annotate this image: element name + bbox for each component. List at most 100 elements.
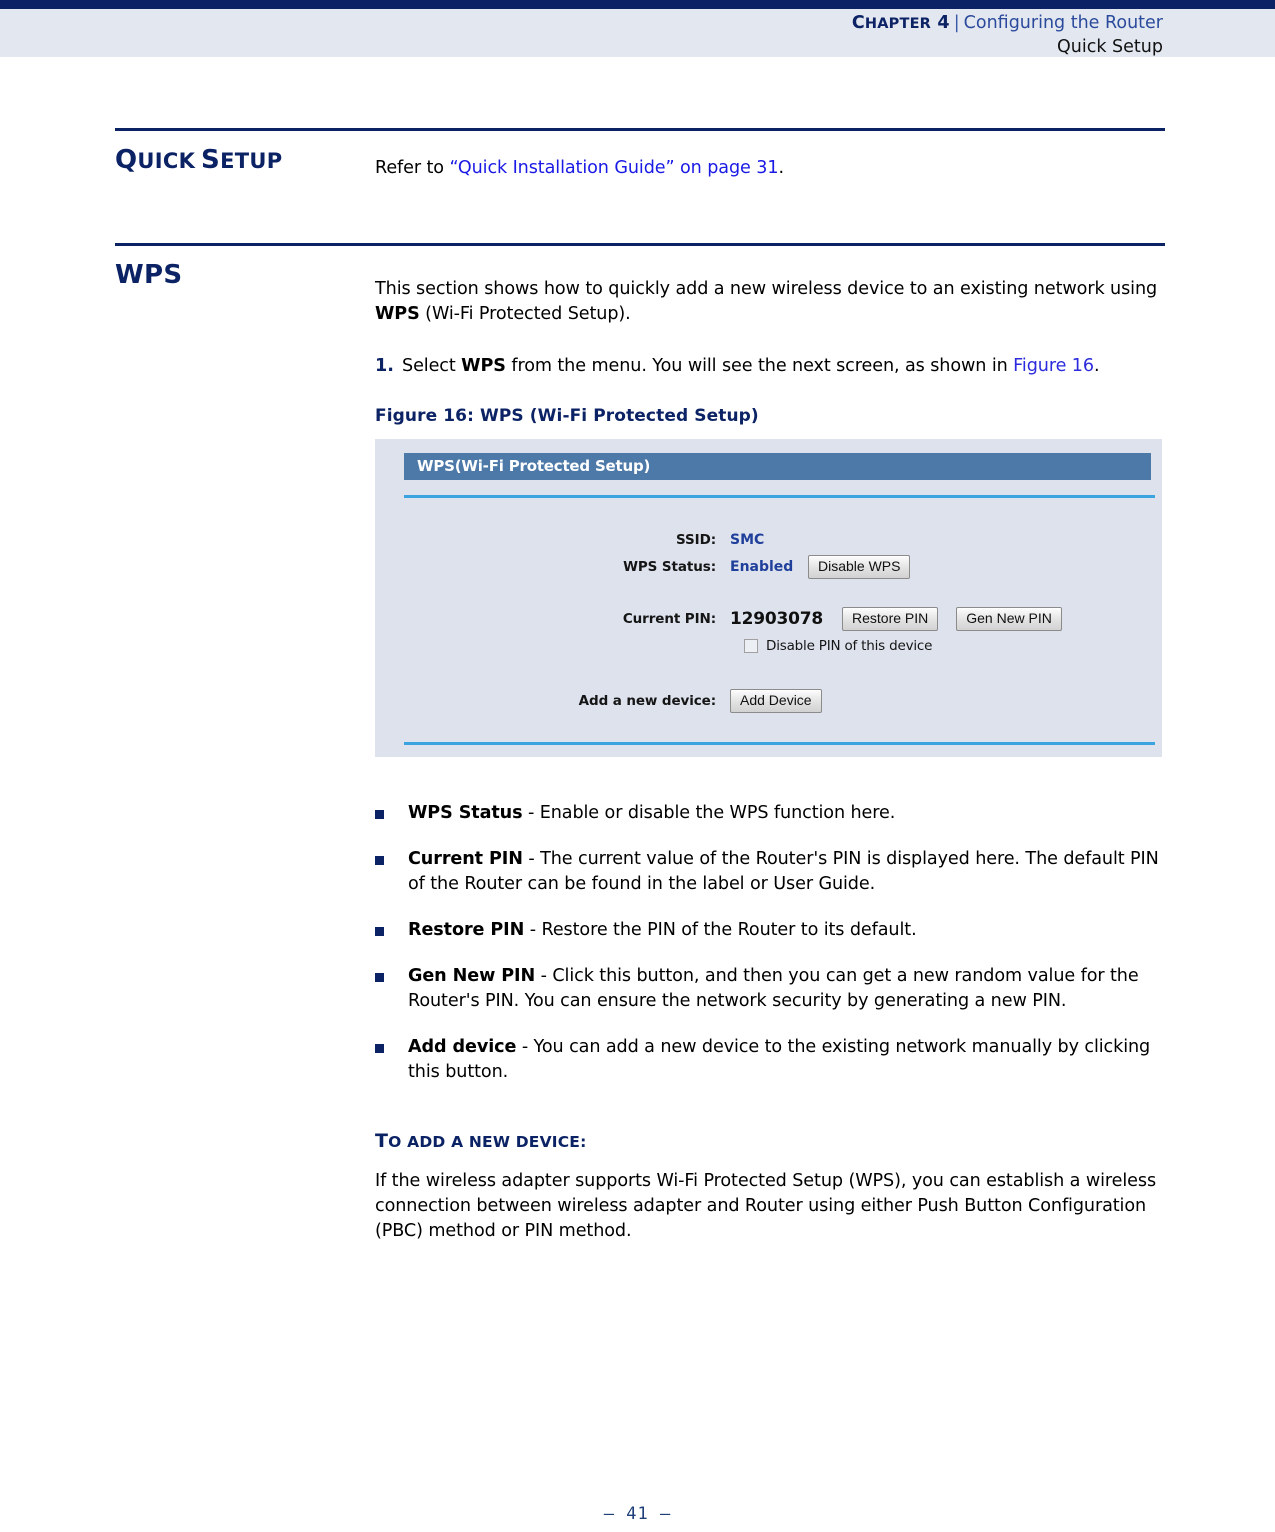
bullet-current-pin-text: Current PIN - The current value of the R… [408, 847, 1165, 897]
bullet-gen-new-pin-term: Gen New PIN [408, 966, 536, 986]
bullet-marker [375, 964, 408, 1014]
step-1-part3: . [1093, 356, 1100, 376]
add-device-paragraph: If the wireless adapter supports Wi-Fi P… [375, 1171, 1157, 1241]
section-quick-setup: QUICK SETUP Refer to “Quick Installation… [0, 128, 1275, 181]
add-new-device-label: Add a new device: [578, 692, 716, 709]
bullet-square-icon [375, 1044, 384, 1053]
period-text: . [778, 158, 784, 178]
quick-setup-paragraph: Refer to “Quick Installation Guide” on p… [375, 156, 1165, 181]
header-subtitle: Quick Setup [1057, 37, 1163, 57]
bullet-add-device-desc: - You can add a new device to the existi… [408, 1037, 1151, 1082]
wps-intro-part2: (Wi-Fi Protected Setup). [419, 304, 631, 324]
step-1-bold: WPS [461, 356, 506, 376]
disable-wps-button[interactable]: Disable WPS [808, 554, 911, 579]
bullet-marker [375, 1035, 408, 1085]
header-doc-title: Configuring the Router [963, 13, 1163, 33]
current-pin-label: Current PIN: [622, 610, 716, 627]
screenshot-row-disable-pin: Disable PIN of this device [375, 634, 1162, 658]
bullet-add-device-term: Add device [408, 1037, 517, 1057]
section-wps: WPS This section shows how to quickly ad… [0, 243, 1275, 1244]
screenshot-row-current-pin: Current PIN: 12903078 Restore PIN Gen Ne… [375, 605, 1162, 632]
disable-pin-checkbox-label: Disable PIN of this device [766, 638, 933, 654]
bullet-marker [375, 918, 408, 943]
step-1-part1: Select [402, 356, 462, 376]
header-top-rule [0, 0, 1275, 9]
router-wps-screenshot: WPS(Wi-Fi Protected Setup) SSID: SMC WPS… [375, 439, 1162, 757]
bullet-restore-pin-desc: - Restore the PIN of the Router to its d… [524, 920, 917, 940]
restore-pin-button[interactable]: Restore PIN [842, 606, 939, 631]
header-chapter-line: CHAPTER 4 | Configuring the Router [0, 11, 1163, 36]
chapter-number: 4 [937, 13, 950, 33]
bullet-current-pin: Current PIN - The current value of the R… [375, 847, 1165, 897]
step-1-paragraph: Select WPS from the menu. You will see t… [402, 354, 1165, 379]
chapter-rest: HAPTER [864, 16, 932, 32]
bullet-wps-status-paragraph: WPS Status - Enable or disable the WPS f… [408, 801, 1165, 826]
bullet-wps-status-desc: - Enable or disable the WPS function her… [522, 803, 896, 823]
step-1-number: 1. [375, 356, 394, 376]
page-content: QUICK SETUP Refer to “Quick Installation… [0, 57, 1275, 1244]
bullet-gen-new-pin-paragraph: Gen New PIN - Click this button, and the… [408, 964, 1165, 1014]
heading-quick-setup-etup: ETUP [220, 149, 283, 173]
wps-intro-part1: This section shows how to quickly add a … [375, 279, 1158, 299]
wps-body: This section shows how to quickly add a … [375, 277, 1165, 1244]
quick-setup-body: Refer to “Quick Installation Guide” on p… [375, 156, 1165, 181]
bullet-restore-pin-text: Restore PIN - Restore the PIN of the Rou… [408, 918, 1165, 943]
add-device-button[interactable]: Add Device [730, 688, 822, 713]
page-number: – 41 – [603, 1504, 672, 1524]
quick-installation-guide-link[interactable]: “Quick Installation Guide” on page 31 [449, 158, 778, 178]
bullet-wps-status: WPS Status - Enable or disable the WPS f… [375, 801, 1165, 826]
bullet-wps-status-text: WPS Status - Enable or disable the WPS f… [408, 801, 1165, 826]
figure-16-caption: Figure 16: WPS (Wi-Fi Protected Setup) [375, 406, 759, 426]
screenshot-rule-top [404, 495, 1155, 498]
screenshot-row-add-device: Add a new device: Add Device [375, 687, 1162, 714]
step-1-part2: from the menu. You will see the next scr… [505, 356, 1014, 376]
heading-wps-text: WPS [115, 260, 183, 290]
current-pin-value: 12903078 [730, 608, 824, 629]
heading-quick-setup-uick: UICK [137, 149, 196, 173]
bullet-marker [375, 847, 408, 897]
step-1-text: Select WPS from the menu. You will see t… [402, 354, 1165, 379]
bullet-restore-pin: Restore PIN - Restore the PIN of the Rou… [375, 918, 1165, 943]
disable-pin-checkbox[interactable] [744, 639, 758, 653]
header-band: CHAPTER 4 | Configuring the Router Quick S… [0, 9, 1275, 57]
wps-status-label: WPS Status: [623, 558, 716, 575]
bullet-square-icon [375, 810, 384, 819]
page-footer: – 41 – [0, 1504, 1275, 1524]
heading-quick-setup-s: S [201, 145, 221, 175]
heading-to-add-a-new-device: TO ADD A NEW DEVICE: [375, 1130, 1165, 1152]
ssid-value: SMC [730, 531, 765, 548]
bullet-add-device-text: Add device - You can add a new device to… [408, 1035, 1165, 1085]
screenshot-form: SSID: SMC WPS Status: Enabled Disable WP… [375, 526, 1162, 714]
bullet-add-device: Add device - You can add a new device to… [375, 1035, 1165, 1085]
bullet-marker [375, 801, 408, 826]
wps-intro-paragraph: This section shows how to quickly add a … [375, 277, 1165, 327]
refer-to-text: Refer to [375, 158, 450, 178]
bullet-wps-status-term: WPS Status [408, 803, 523, 823]
wps-intro-bold: WPS [375, 304, 420, 324]
wps-status-value: Enabled [730, 558, 794, 575]
heading-quick-setup-q: Q [115, 145, 138, 175]
bullet-gen-new-pin: Gen New PIN - Click this button, and the… [375, 964, 1165, 1014]
wps-options-list: WPS Status - Enable or disable the WPS f… [375, 801, 1165, 1085]
ssid-label: SSID: [676, 531, 716, 548]
bullet-gen-new-pin-text: Gen New PIN - Click this button, and the… [408, 964, 1165, 1014]
section-rule-quick-setup [115, 128, 1165, 131]
screenshot-row-ssid: SSID: SMC [375, 526, 1162, 553]
bullet-square-icon [375, 856, 384, 865]
bullet-square-icon [375, 927, 384, 936]
page-header: CHAPTER 4 | Configuring the Router Quick S… [0, 0, 1275, 57]
section-rule-wps [115, 243, 1165, 246]
header-separator: | [953, 13, 960, 33]
chapter-cap: C [851, 13, 865, 33]
step-1: 1. Select WPS from the menu. You will se… [375, 354, 1165, 379]
screenshot-row-wps-status: WPS Status: Enabled Disable WPS [375, 553, 1162, 580]
figure-16-link[interactable]: Figure 16 [1013, 356, 1094, 376]
chapter-label: CHAPTER 4 [852, 13, 950, 33]
bullet-current-pin-term: Current PIN [408, 849, 523, 869]
bullet-restore-pin-paragraph: Restore PIN - Restore the PIN of the Rou… [408, 918, 1165, 943]
bullet-add-device-paragraph: Add device - You can add a new device to… [408, 1035, 1165, 1085]
bullet-square-icon [375, 973, 384, 982]
bullet-restore-pin-term: Restore PIN [408, 920, 525, 940]
gen-new-pin-button[interactable]: Gen New PIN [956, 606, 1062, 631]
screenshot-titlebar: WPS(Wi-Fi Protected Setup) [404, 453, 1151, 480]
